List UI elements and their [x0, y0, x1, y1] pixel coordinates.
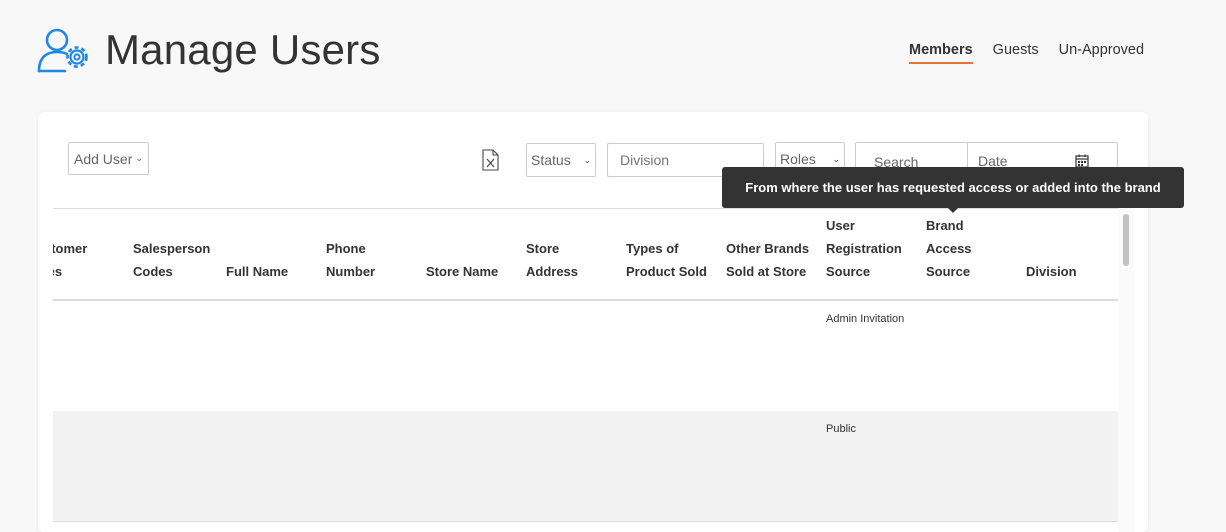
table-header: stomerles SalespersonCodes Full Name Pho…: [53, 209, 1118, 301]
column-header[interactable]: Division: [1026, 260, 1077, 283]
status-select[interactable]: Status ⌄: [526, 143, 596, 177]
column-header[interactable]: Salesperson Codes: [133, 237, 210, 283]
roles-label: Roles: [780, 151, 816, 167]
column-header[interactable]: Other Brands Sold at Store: [726, 237, 809, 283]
registration-source-cell: Public: [826, 423, 856, 435]
add-user-label: Add User: [74, 150, 133, 167]
column-header[interactable]: stomerles: [53, 237, 87, 283]
column-header[interactable]: Types of Product Sold: [626, 237, 707, 283]
column-tooltip: From where the user has requested access…: [722, 167, 1184, 213]
chevron-down-icon: ⌄: [135, 153, 143, 163]
column-header[interactable]: Phone Number: [326, 237, 375, 283]
user-gear-icon: [37, 28, 88, 73]
column-header[interactable]: Store Address: [526, 237, 578, 283]
tab-guests[interactable]: Guests: [993, 42, 1039, 64]
date-picker[interactable]: Date: [968, 152, 1117, 169]
add-user-dropdown[interactable]: Add User ⌄: [68, 142, 149, 175]
chevron-down-icon: ⌄: [583, 154, 591, 165]
registration-source-cell: Admin Invitation: [826, 313, 905, 325]
column-header[interactable]: Brand Access Source: [926, 214, 972, 283]
table-row[interactable]: Public: [53, 411, 1118, 522]
column-header[interactable]: User Registration Source: [826, 214, 902, 283]
tab-members[interactable]: Members: [909, 42, 973, 64]
column-header[interactable]: Store Name: [426, 260, 498, 283]
status-label: Status: [531, 152, 571, 168]
excel-export-icon[interactable]: [482, 149, 499, 171]
vertical-scrollbar[interactable]: [1118, 208, 1134, 532]
users-table: stomerles SalespersonCodes Full Name Pho…: [53, 208, 1118, 532]
tab-un-approved[interactable]: Un-Approved: [1059, 42, 1144, 64]
table-row[interactable]: Admin Invitation: [53, 301, 1118, 412]
calendar-icon[interactable]: [1075, 154, 1089, 168]
column-header[interactable]: Full Name: [226, 260, 288, 283]
chevron-down-icon: ⌄: [832, 153, 840, 164]
page-title: Manage Users: [105, 26, 381, 73]
scrollbar-thumb[interactable]: [1123, 214, 1129, 266]
member-tabs: Members Guests Un-Approved: [909, 42, 1144, 64]
